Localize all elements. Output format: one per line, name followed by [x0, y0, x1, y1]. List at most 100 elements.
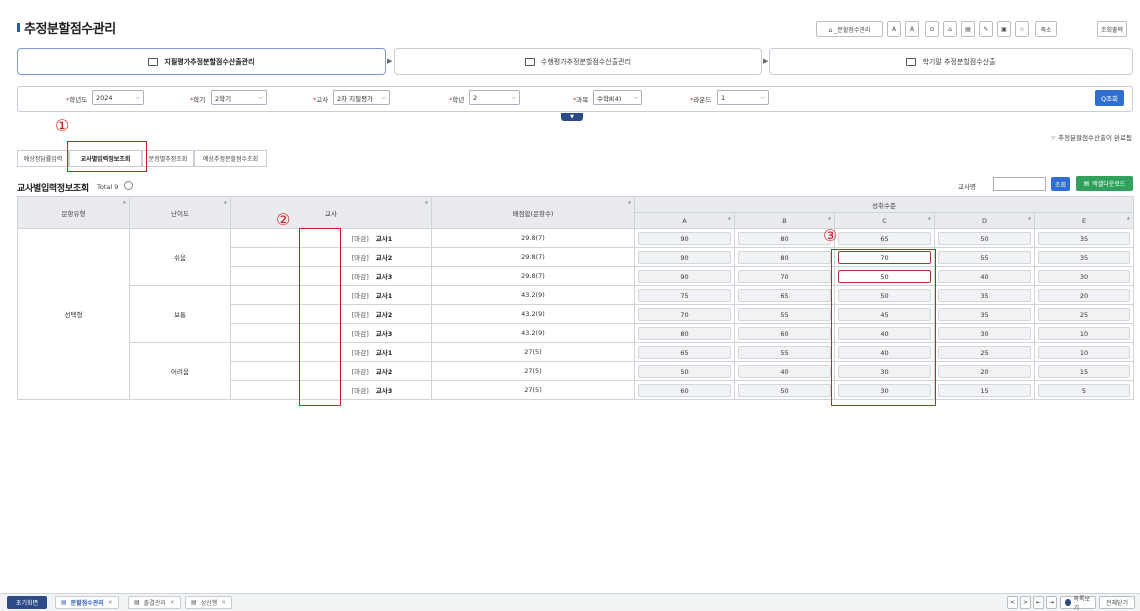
points-cell: 27(5): [431, 342, 635, 362]
score-b: 55: [738, 345, 831, 359]
collapse-toggle[interactable]: ▼: [561, 113, 583, 121]
tab-expected-correct-rate[interactable]: 예상정답률입력: [17, 150, 69, 167]
annotation-1: ①: [55, 116, 70, 135]
table-row[interactable]: 선택형 쉬움 [마감] 교사1 29.8(7) 90 80 65 50 35: [17, 228, 1134, 400]
header-level: 성취수준: [634, 196, 1134, 213]
chevron-down-icon: ⌵: [511, 93, 516, 101]
score-a: 50: [638, 364, 731, 378]
footer-tab-cut-score[interactable]: ▤ 분할점수관리 ×: [55, 596, 119, 609]
score-e: 15: [1038, 364, 1130, 378]
print-icon[interactable]: ▣: [997, 21, 1011, 37]
completion-note: ☞ 추정분할점수산출이 완료됨: [1050, 134, 1132, 142]
search-button[interactable]: Q조회: [1095, 90, 1124, 106]
step-performance-eval[interactable]: 수행평가추정분할점수산출관리: [394, 48, 762, 75]
list-icon: [1065, 599, 1071, 606]
tab-item-estimate[interactable]: 문항별추정조회: [142, 150, 194, 167]
header-difficulty[interactable]: 난이도 ▲: [129, 196, 231, 229]
term-select[interactable]: 2학기 ⌵: [211, 90, 267, 105]
document-icon[interactable]: ▤: [961, 21, 975, 37]
score-a: 90: [638, 269, 731, 283]
score-e: 10: [1038, 345, 1130, 359]
header-level-a[interactable]: A ▲: [634, 212, 735, 229]
step-term-end[interactable]: 학기말 추정분할점수산출: [769, 48, 1133, 75]
score-a: 65: [638, 345, 731, 359]
query-output-button[interactable]: 조회출력: [1097, 21, 1127, 37]
footer-tab-other[interactable]: ▤ 성산행 ×: [185, 596, 233, 609]
difficulty-cell: 어려움: [129, 342, 231, 400]
teacher-search-button[interactable]: 조회: [1051, 177, 1070, 191]
score-b: 55: [738, 307, 831, 321]
grade-select[interactable]: 2 ⌵: [469, 90, 520, 105]
chevron-down-icon: ⌵: [135, 93, 140, 101]
score-d: 25: [938, 345, 1031, 359]
list-view-button[interactable]: 목록보기: [1060, 596, 1096, 611]
font-decrease-button[interactable]: A: [905, 21, 919, 37]
step-label: 수행평가추정분할점수산출관리: [540, 57, 632, 66]
close-icon[interactable]: ×: [170, 599, 175, 606]
header-level-c[interactable]: C ▲: [834, 212, 935, 229]
exam-select[interactable]: 2차 지필평가 ⌵: [333, 90, 390, 105]
font-increase-button[interactable]: A: [887, 21, 901, 37]
points-cell: 29.8(7): [431, 247, 635, 267]
annotation-box-1: [67, 141, 147, 172]
document-icon: ▤: [191, 599, 197, 606]
difficulty-cell: 보통: [129, 285, 231, 343]
folder-icon: [524, 57, 535, 66]
close-all-button[interactable]: 전체닫기: [1099, 596, 1135, 609]
prev-tab-button[interactable]: <: [1007, 596, 1018, 609]
round-select[interactable]: 1 ⌵: [717, 90, 769, 105]
term-label: *학기: [190, 96, 206, 104]
header-level-e[interactable]: E ▲: [1034, 212, 1134, 229]
close-icon[interactable]: ×: [108, 599, 113, 606]
header-points[interactable]: 배점합(문항수) ▲: [431, 196, 635, 229]
score-b: 60: [738, 326, 831, 340]
home-icon[interactable]: ⌂: [943, 21, 957, 37]
score-b: 80: [738, 250, 831, 264]
footer-tab-attendance[interactable]: ▤ 출결관리 ×: [128, 596, 181, 609]
score-b: 70: [738, 269, 831, 283]
header-level-b[interactable]: B ▲: [734, 212, 835, 229]
favorite-menu-button[interactable]: ⌂ _분할점수관리: [816, 21, 883, 37]
last-tab-button[interactable]: ⇥: [1046, 596, 1057, 609]
year-select[interactable]: 2024 ⌵: [92, 90, 144, 105]
tab-expected-cut-score[interactable]: 예상추정분할점수조회: [194, 150, 267, 167]
points-cell: 43.2(9): [431, 304, 635, 324]
round-label: *라운드: [690, 96, 712, 104]
score-b: 40: [738, 364, 831, 378]
close-icon[interactable]: ×: [221, 599, 226, 606]
points-cell: 29.8(7): [431, 266, 635, 286]
score-d: 30: [938, 326, 1031, 340]
star-icon[interactable]: ☆: [1015, 21, 1029, 37]
points-cell: 29.8(7): [431, 228, 635, 248]
step-arrow-icon: ▶: [763, 57, 769, 65]
step-label: 학기말 추정분할점수산출: [922, 57, 996, 66]
score-d: 15: [938, 383, 1031, 397]
header-level-d[interactable]: D ▲: [934, 212, 1035, 229]
home-button[interactable]: 초기화면: [7, 596, 47, 609]
score-d: 40: [938, 269, 1031, 283]
points-cell: 43.2(9): [431, 323, 635, 343]
points-cell: 27(5): [431, 361, 635, 381]
header-teacher[interactable]: 교사 ▲: [230, 196, 432, 229]
teacher-input-table: 문항유형 ▲ 난이도 ▲ 교사 ▲ 배점합(문항수) ▲ 성취수준 A ▲ B ▲ C ▲ D…: [17, 196, 1134, 400]
header-type[interactable]: 문항유형 ▲: [17, 196, 130, 229]
score-a: 75: [638, 288, 731, 302]
table-row[interactable]: 어려움 [마감] 교사1 27(5) 65 55 40 25 10: [18, 342, 1134, 400]
teacher-name-input[interactable]: [993, 177, 1046, 191]
help-icon[interactable]: ⊙: [925, 21, 939, 37]
edit-icon[interactable]: ✎: [979, 21, 993, 37]
excel-download-button[interactable]: ▤ 엑셀다운로드: [1076, 176, 1133, 191]
table-row[interactable]: 보통 [마감] 교사1 43.2(9) 75 65 50 35 20: [18, 285, 1134, 343]
document-icon: ▤: [134, 599, 140, 606]
subject-select[interactable]: 수학Ⅱ(4) ⌵: [593, 90, 642, 105]
first-tab-button[interactable]: ⇤: [1033, 596, 1044, 609]
section-title: 교사별입력정보조회: [17, 184, 89, 194]
score-a: 90: [638, 231, 731, 245]
year-label: *학년도: [66, 96, 88, 104]
score-b: 50: [738, 383, 831, 397]
shrink-button[interactable]: 축소: [1035, 21, 1057, 37]
next-tab-button[interactable]: >: [1020, 596, 1031, 609]
step-written-exam[interactable]: 지필평가추정분할점수산출관리: [17, 48, 386, 75]
points-cell: 27(5): [431, 380, 635, 400]
settings-icon[interactable]: [124, 181, 133, 190]
